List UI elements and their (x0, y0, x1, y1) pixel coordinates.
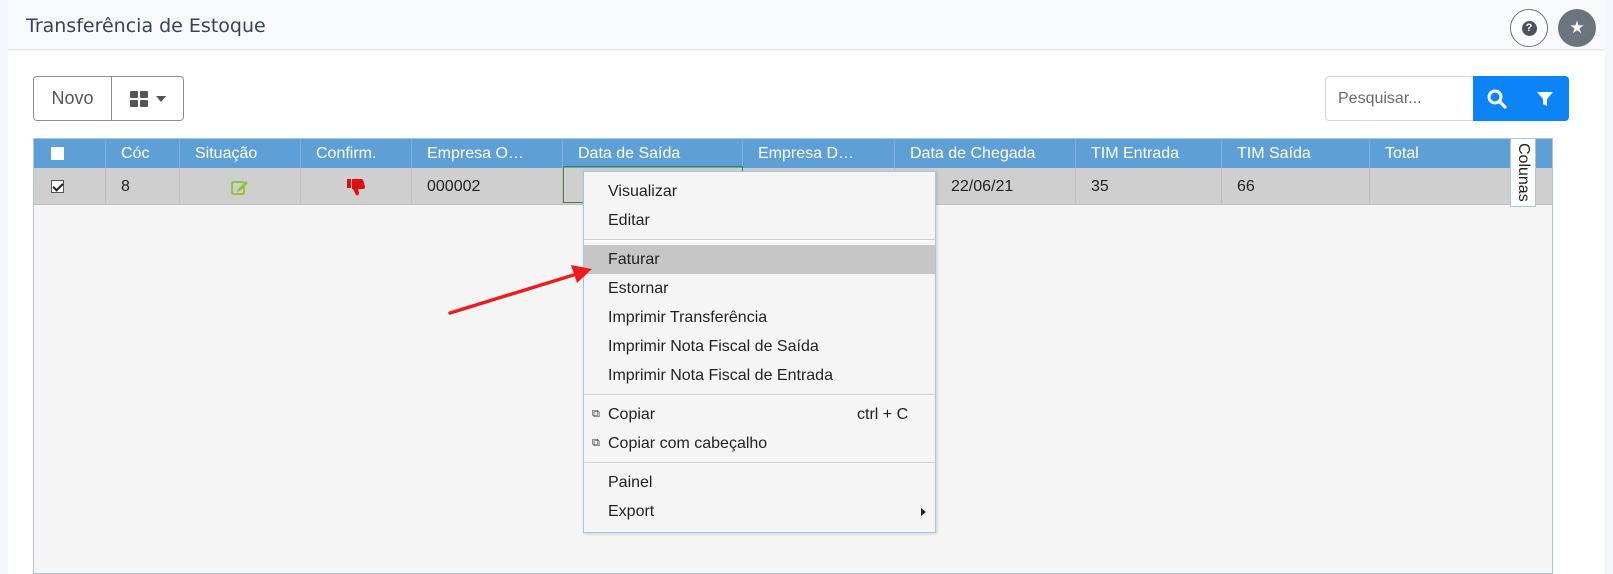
menu-separator (584, 462, 935, 464)
search-input[interactable] (1325, 76, 1473, 121)
column-header-data-saida[interactable]: Data de Saída (563, 139, 743, 168)
cell-codigo[interactable]: 8 (106, 168, 180, 205)
menu-shortcut: ctrl + C (857, 406, 909, 423)
column-header-situacao[interactable]: Situação (180, 139, 301, 168)
menu-separator (584, 239, 935, 241)
search-button[interactable] (1473, 76, 1521, 121)
cell-tim-saida[interactable]: 66 (1222, 168, 1370, 205)
cell-confirm[interactable] (301, 168, 412, 205)
menu-item-imprimir-nf-saida[interactable]: Imprimir Nota Fiscal de Saída (584, 332, 935, 361)
columns-tab-label: Colunas (1515, 143, 1532, 202)
menu-item-painel[interactable]: Painel (584, 468, 935, 497)
menu-item-imprimir-transferencia[interactable]: Imprimir Transferência (584, 303, 935, 332)
grid-header: Cóc Situação Confirm. Empresa O… Data de… (34, 139, 1552, 168)
cell-empresa-origem[interactable]: 000002 (412, 168, 563, 205)
action-button-group: Novo (33, 76, 184, 121)
column-header-confirm[interactable]: Confirm. (301, 139, 412, 168)
search-icon (1487, 89, 1507, 109)
column-header-empresa-origem[interactable]: Empresa O… (412, 139, 563, 168)
star-icon: ★ (1569, 18, 1585, 37)
column-header-data-chegada[interactable]: Data de Chegada (895, 139, 1076, 168)
column-header-tim-saida[interactable]: TIM Saída (1222, 139, 1370, 168)
row-select-cell[interactable] (34, 168, 106, 205)
new-button[interactable]: Novo (34, 77, 112, 120)
view-dropdown-button[interactable] (112, 77, 183, 120)
menu-item-visualizar[interactable]: Visualizar (584, 177, 935, 206)
menu-item-label: Copiar (608, 406, 656, 423)
menu-item-export[interactable]: Export (584, 497, 935, 526)
menu-item-faturar[interactable]: Faturar (584, 245, 935, 274)
cell-total[interactable] (1370, 168, 1510, 205)
chevron-down-icon (155, 95, 166, 102)
column-header-empresa-destino[interactable]: Empresa D… (743, 139, 895, 168)
chevron-right-icon (921, 508, 926, 516)
menu-item-copiar-cabecalho[interactable]: ⧉ Copiar com cabeçalho (584, 429, 935, 458)
menu-item-label: Export (608, 503, 655, 520)
menu-item-editar[interactable]: Editar (584, 206, 935, 235)
page-title: Transferência de Estoque (26, 15, 266, 37)
column-header-tim-entrada[interactable]: TIM Entrada (1076, 139, 1222, 168)
help-button[interactable]: ? (1510, 9, 1548, 47)
menu-item-imprimir-nf-entrada[interactable]: Imprimir Nota Fiscal de Entrada (584, 361, 935, 390)
cell-tim-entrada[interactable]: 35 (1076, 168, 1222, 205)
column-select-all[interactable] (34, 139, 106, 168)
columns-side-tab[interactable]: Colunas (1510, 138, 1536, 207)
column-header-codigo[interactable]: Cóc (106, 139, 180, 168)
column-header-total[interactable]: Total (1370, 139, 1510, 168)
row-checkbox[interactable] (51, 180, 64, 193)
copy-icon: ⧉ (592, 408, 600, 420)
copy-icon: ⧉ (592, 437, 600, 449)
filter-button[interactable] (1521, 76, 1569, 121)
context-menu: Visualizar Editar Faturar Estornar Impri… (583, 171, 936, 533)
grid-view-icon (129, 90, 148, 107)
menu-item-estornar[interactable]: Estornar (584, 274, 935, 303)
menu-item-copiar[interactable]: ⧉ Copiar ctrl + C (584, 400, 935, 429)
edit-icon (231, 181, 248, 195)
thumbs-down-icon (347, 179, 365, 196)
page-header: Transferência de Estoque (8, 0, 1605, 50)
select-all-checkbox[interactable] (51, 147, 64, 160)
favorite-button[interactable]: ★ (1558, 9, 1596, 47)
question-circle-icon: ? (1521, 20, 1537, 36)
filter-icon (1537, 91, 1553, 106)
menu-item-label: Copiar com cabeçalho (608, 435, 768, 452)
cell-situacao[interactable] (180, 168, 301, 205)
menu-separator (584, 394, 935, 396)
